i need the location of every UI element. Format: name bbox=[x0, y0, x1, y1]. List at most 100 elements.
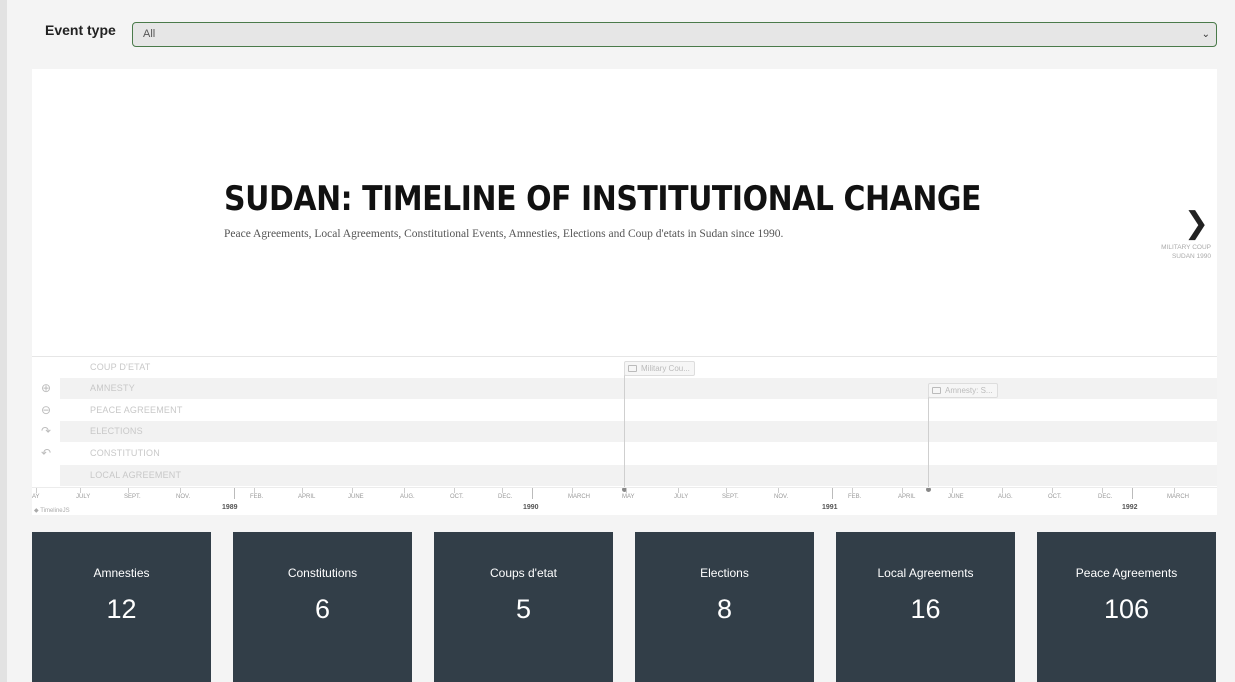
axis-month-label: APRIL bbox=[298, 494, 316, 500]
axis-month-label: AUG. bbox=[998, 494, 1013, 500]
stat-card-label: Coups d'etat bbox=[489, 566, 557, 580]
axis-year-label: 1989 bbox=[222, 504, 238, 511]
axis-month-label: JULY bbox=[674, 494, 689, 500]
stat-card-elections: Elections 8 bbox=[635, 532, 814, 682]
axis-month-label: JUNE bbox=[948, 494, 964, 500]
axis-tick bbox=[352, 488, 353, 493]
zoom-tools: ⊕ ⊖ ↷ ↶ bbox=[32, 378, 60, 464]
timeline-slide: SUDAN: TIMELINE OF INSTITUTIONAL CHANGE … bbox=[32, 69, 1217, 356]
axis-tick bbox=[454, 488, 455, 493]
axis-tick bbox=[678, 488, 679, 493]
axis-tick bbox=[404, 488, 405, 493]
event-marker-label: Military Cou... bbox=[641, 364, 690, 373]
event-connector-line bbox=[928, 397, 929, 489]
stat-card-label: Elections bbox=[700, 566, 749, 580]
credit-text: TimelineJS bbox=[40, 508, 70, 514]
stat-card-amnesties: Amnesties 12 bbox=[32, 532, 211, 682]
stat-card-value: 16 bbox=[910, 594, 941, 624]
stat-card-value: 6 bbox=[314, 594, 331, 624]
left-rail bbox=[0, 0, 7, 682]
axis-tick bbox=[180, 488, 181, 493]
event-marker-label: Amnesty: S... bbox=[945, 386, 993, 395]
axis-tick bbox=[952, 488, 953, 493]
axis-year-label: 1991 bbox=[822, 504, 838, 511]
timeline-title: SUDAN: TIMELINE OF INSTITUTIONAL CHANGE bbox=[224, 179, 982, 219]
next-slide-arrow-icon[interactable]: ❯ bbox=[1184, 209, 1209, 239]
image-icon bbox=[932, 387, 941, 394]
stat-card-value: 5 bbox=[515, 594, 532, 624]
axis-tick bbox=[832, 488, 833, 499]
axis-year-label: 1990 bbox=[523, 504, 539, 511]
axis-tick bbox=[902, 488, 903, 493]
axis-tick bbox=[1002, 488, 1003, 493]
next-slide-label[interactable]: MILITARY COUP SUDAN 1990 bbox=[1161, 243, 1211, 261]
timelinejs-credit[interactable]: ◆ TimelineJS bbox=[34, 507, 70, 514]
track-local-agreement: LOCAL AGREEMENT bbox=[60, 465, 1217, 486]
axis-month-label: DEC. bbox=[498, 494, 513, 500]
stat-card-label: Amnesties bbox=[93, 566, 150, 580]
track-constitution: CONSTITUTION bbox=[60, 443, 1217, 464]
stat-card-local-agreements: Local Agreements 16 bbox=[836, 532, 1015, 682]
track-label: PEACE AGREEMENT bbox=[90, 405, 183, 415]
axis-month-label: AUG. bbox=[400, 494, 415, 500]
next-slide-label-line1: MILITARY COUP bbox=[1161, 244, 1211, 251]
zoom-out-icon[interactable]: ⊖ bbox=[32, 400, 60, 422]
axis-tick bbox=[254, 488, 255, 493]
track-label: AMNESTY bbox=[90, 383, 135, 393]
axis-tick bbox=[1132, 488, 1133, 499]
axis-tick bbox=[80, 488, 81, 493]
event-type-selected-value: All bbox=[143, 28, 156, 40]
next-slide-label-line2: SUDAN 1990 bbox=[1171, 253, 1211, 260]
track-label: COUP D'ETAT bbox=[90, 362, 151, 372]
axis-tick bbox=[572, 488, 573, 493]
axis-month-label: MARCH bbox=[568, 494, 590, 500]
event-marker-amnesty[interactable]: Amnesty: S... bbox=[928, 383, 998, 398]
axis-month-label: FEB. bbox=[848, 494, 862, 500]
event-connector-line bbox=[624, 375, 625, 489]
axis-tick bbox=[1102, 488, 1103, 493]
event-type-select[interactable]: All ⌄ bbox=[132, 22, 1217, 47]
track-peace-agreement: PEACE AGREEMENT bbox=[60, 400, 1217, 421]
axis-tick bbox=[852, 488, 853, 493]
stat-card-coups: Coups d'etat 5 bbox=[434, 532, 613, 682]
axis-month-label: SEPT. bbox=[124, 494, 141, 500]
axis-month-label: JULY bbox=[76, 494, 91, 500]
axis-tick bbox=[778, 488, 779, 493]
axis-month-label: OCT. bbox=[1048, 494, 1062, 500]
axis-tick bbox=[128, 488, 129, 493]
axis-month-label: JUNE bbox=[348, 494, 364, 500]
track-label: LOCAL AGREEMENT bbox=[90, 470, 182, 480]
zoom-in-icon[interactable]: ⊕ bbox=[32, 378, 60, 400]
track-label: CONSTITUTION bbox=[90, 448, 160, 458]
axis-month-label: MARCH bbox=[1167, 494, 1189, 500]
axis-tick bbox=[626, 488, 627, 493]
time-axis: AY JULY SEPT. NOV. 1989 FEB. APRIL JUNE … bbox=[32, 487, 1217, 516]
stat-card-value: 106 bbox=[1103, 594, 1150, 624]
axis-tick bbox=[234, 488, 235, 499]
axis-tick bbox=[1174, 488, 1175, 493]
axis-month-label: MAY bbox=[622, 494, 635, 500]
stat-card-label: Peace Agreements bbox=[1075, 566, 1178, 580]
axis-month-label: AY bbox=[32, 494, 40, 500]
redo-icon[interactable]: ↷ bbox=[32, 421, 60, 443]
chevron-down-icon: ⌄ bbox=[1201, 29, 1210, 40]
axis-tick bbox=[36, 488, 37, 493]
event-marker-military-coup[interactable]: Military Cou... bbox=[624, 361, 695, 376]
stat-card-label: Local Agreements bbox=[877, 566, 974, 580]
axis-tick bbox=[726, 488, 727, 493]
axis-month-label: SEPT. bbox=[722, 494, 739, 500]
axis-month-label: FEB. bbox=[250, 494, 264, 500]
timeline-subtitle: Peace Agreements, Local Agreements, Cons… bbox=[224, 228, 784, 240]
stat-card-value: 8 bbox=[716, 594, 733, 624]
track-amnesty: AMNESTY bbox=[60, 378, 1217, 399]
undo-icon[interactable]: ↶ bbox=[32, 443, 60, 465]
event-type-label: Event type bbox=[45, 22, 116, 38]
stat-card-peace-agreements: Peace Agreements 106 bbox=[1037, 532, 1216, 682]
image-icon bbox=[628, 365, 637, 372]
axis-month-label: NOV. bbox=[774, 494, 789, 500]
stat-card-constitutions: Constitutions 6 bbox=[233, 532, 412, 682]
timeline-navigation[interactable]: COUP D'ETAT AMNESTY PEACE AGREEMENT ELEC… bbox=[32, 356, 1217, 515]
axis-tick bbox=[502, 488, 503, 493]
track-label: ELECTIONS bbox=[90, 426, 143, 436]
stat-card-value: 12 bbox=[106, 594, 137, 624]
